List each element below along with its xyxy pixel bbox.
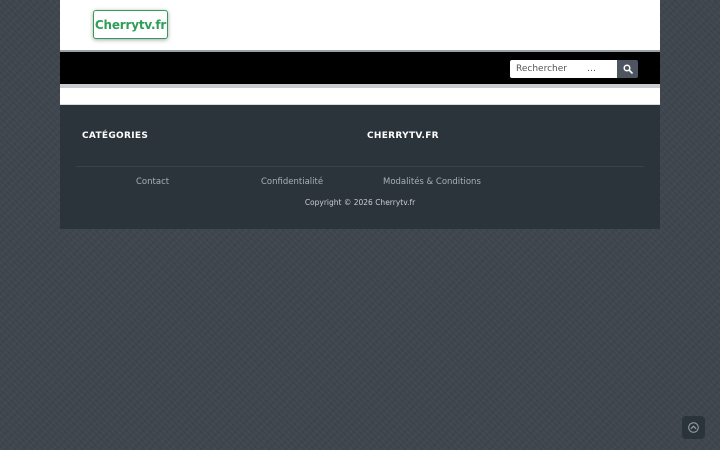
scroll-to-top-button[interactable] bbox=[682, 416, 705, 439]
footer-link-terms[interactable]: Modalités & Conditions bbox=[383, 177, 481, 187]
footer-link-privacy[interactable]: Confidentialité bbox=[261, 177, 323, 187]
search-form bbox=[510, 60, 638, 78]
footer-links: Contact Confidentialité Modalités & Cond… bbox=[60, 177, 660, 189]
site-header: Cherrytv.fr bbox=[60, 0, 660, 50]
footer-widget-site-title: CHERRYTV.FR bbox=[367, 131, 439, 141]
logo-text: Cherrytv.fr bbox=[94, 17, 167, 32]
site-footer: CATÉGORIES CHERRYTV.FR Contact Confident… bbox=[60, 105, 660, 229]
footer-link-contact[interactable]: Contact bbox=[136, 177, 169, 187]
site-logo[interactable]: Cherrytv.fr bbox=[93, 10, 168, 39]
footer-widget-categories-title: CATÉGORIES bbox=[82, 131, 149, 141]
copyright-text: Copyright © 2026 Cherrytv.fr bbox=[304, 198, 416, 207]
footer-divider bbox=[76, 166, 644, 167]
search-button[interactable] bbox=[617, 60, 638, 78]
main-navbar bbox=[60, 52, 660, 84]
page-wrapper: Cherrytv.fr CATÉGORIES CHERRYTV.FR Conta… bbox=[60, 0, 660, 229]
search-input[interactable] bbox=[510, 60, 617, 78]
search-icon bbox=[622, 64, 633, 74]
content-area bbox=[60, 88, 660, 105]
chevron-up-icon bbox=[688, 422, 699, 433]
